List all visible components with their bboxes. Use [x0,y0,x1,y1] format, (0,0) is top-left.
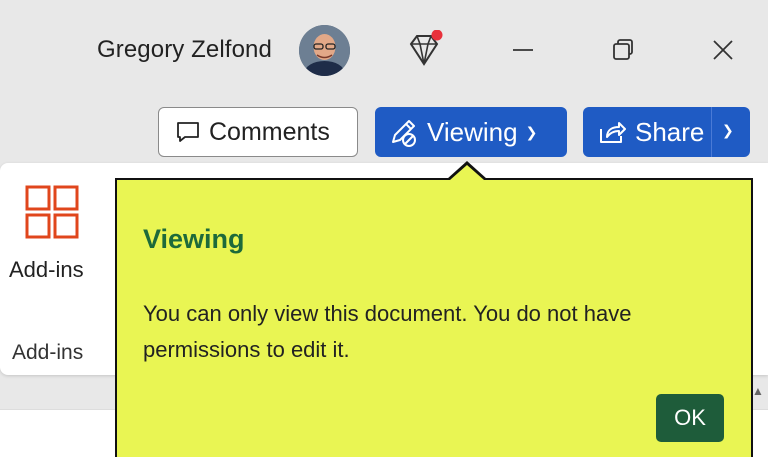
user-avatar[interactable] [299,25,350,76]
close-button[interactable] [703,30,743,70]
notification-dot [431,29,443,41]
minimize-button[interactable] [503,30,543,70]
share-label: Share [635,116,705,147]
ok-button[interactable]: OK [656,394,724,442]
viewing-label: Viewing [427,116,518,147]
comments-label: Comments [209,117,330,146]
share-button[interactable]: Share ❯ [583,107,750,157]
share-icon [600,122,626,143]
callout-title: Viewing [143,224,245,254]
restore-button[interactable] [603,30,643,70]
ribbon-scroll-up-icon[interactable]: ▲ [752,384,766,398]
callout-message: You can only view this document. You do … [143,301,632,362]
user-name[interactable]: Gregory Zelfond [97,36,272,64]
comment-icon [177,122,199,142]
addins-button-label[interactable]: Add-ins [9,257,84,283]
viewing-mode-button[interactable]: Viewing ❯ [375,107,567,157]
ok-label: OK [674,405,706,430]
premium-diamond-icon[interactable] [405,29,443,70]
addins-grid-icon[interactable] [24,184,82,242]
callout-pointer-fill [450,165,484,180]
addins-group-label: Add-ins [12,341,84,364]
chevron-down-icon: ❯ [525,123,538,140]
comments-button[interactable]: Comments [158,107,358,157]
word-window: Gregory Zelfond Comments Viewing ❯ Share… [0,0,768,457]
pen-no-edit-icon [392,120,416,147]
split-divider [711,107,712,157]
share-options-chevron-icon[interactable]: ❯ [722,122,734,139]
